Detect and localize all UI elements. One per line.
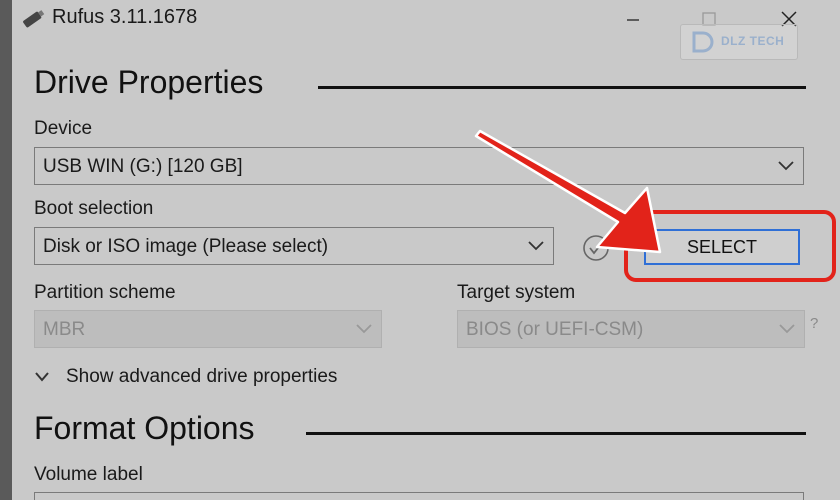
watermark-logo: DLZ TECH <box>680 24 798 60</box>
chevron-down-icon <box>778 161 794 171</box>
watermark-text: DLZ TECH <box>721 34 785 48</box>
device-dropdown[interactable]: USB WIN (G:) [120 GB] <box>34 147 804 185</box>
chevron-down-icon <box>528 241 544 251</box>
window-title: Rufus 3.11.1678 <box>52 6 198 28</box>
check-hash-icon[interactable] <box>581 233 611 263</box>
section-divider <box>306 432 806 435</box>
partition-scheme-value: MBR <box>43 319 86 340</box>
device-value: USB WIN (G:) [120 GB] <box>43 156 243 177</box>
format-options-heading: Format Options <box>34 410 255 446</box>
minimize-icon <box>627 19 639 21</box>
drive-properties-heading: Drive Properties <box>34 64 264 100</box>
boot-selection-label: Boot selection <box>34 198 154 219</box>
rufus-window: Rufus 3.11.1678 DLZ TECH Drive Propertie… <box>12 0 840 500</box>
partition-scheme-dropdown[interactable]: MBR <box>34 310 382 348</box>
target-system-dropdown[interactable]: BIOS (or UEFI-CSM) <box>457 310 805 348</box>
usb-drive-icon <box>23 10 45 28</box>
target-system-label: Target system <box>457 282 576 303</box>
advanced-toggle-label: Show advanced drive properties <box>66 366 338 387</box>
chevron-down-icon <box>356 324 372 334</box>
device-label: Device <box>34 118 93 139</box>
volume-label-label: Volume label <box>34 464 143 485</box>
target-system-value: BIOS (or UEFI-CSM) <box>466 319 644 340</box>
boot-selection-value: Disk or ISO image (Please select) <box>43 236 329 257</box>
chevron-down-icon <box>779 324 795 334</box>
boot-selection-dropdown[interactable]: Disk or ISO image (Please select) <box>34 227 554 265</box>
section-divider <box>318 86 806 89</box>
partition-scheme-label: Partition scheme <box>34 282 176 303</box>
help-button[interactable]: ? <box>810 315 818 332</box>
logo-icon <box>692 31 714 53</box>
minimize-button[interactable] <box>604 0 662 38</box>
annotation-highlight-box <box>624 210 836 282</box>
chevron-down-icon <box>35 372 49 382</box>
volume-label-input[interactable] <box>34 492 804 500</box>
